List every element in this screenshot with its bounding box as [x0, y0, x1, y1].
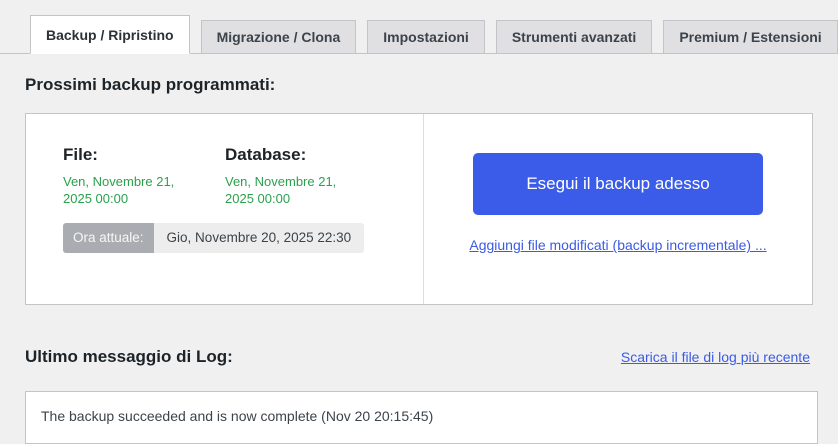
download-log-link[interactable]: Scarica il file di log più recente [621, 349, 810, 365]
scheduled-backups-panel: File: Ven, Novembre 21, 2025 00:00 Datab… [25, 113, 813, 306]
backup-actions-column: Esegui il backup adesso Aggiungi file mo… [424, 114, 812, 304]
tab-bar: Backup / Ripristino Migrazione / Clona I… [0, 0, 838, 54]
backup-now-button[interactable]: Esegui il backup adesso [473, 153, 763, 216]
files-label: File: [63, 145, 98, 165]
database-schedule: Database: Ven, Novembre 21, 2025 00:00 [225, 145, 387, 208]
files-schedule: File: Ven, Novembre 21, 2025 00:00 [63, 145, 225, 208]
files-next-backup-time: Ven, Novembre 21, 2025 00:00 [63, 174, 175, 207]
tab-impostazioni[interactable]: Impostazioni [367, 20, 485, 54]
database-next-backup-time: Ven, Novembre 21, 2025 00:00 [225, 174, 337, 207]
current-time-value: Gio, Novembre 20, 2025 22:30 [153, 223, 365, 253]
updraftplus-backup-page: Backup / Ripristino Migrazione / Clona I… [0, 0, 838, 444]
current-time-label: Ora attuale: [63, 223, 154, 253]
log-title: Ultimo messaggio di Log: [25, 347, 233, 367]
incremental-backup-link[interactable]: Aggiungi file modificati (backup increme… [469, 237, 766, 253]
database-label: Database: [225, 145, 307, 165]
log-message: The backup succeeded and is now complete… [41, 407, 434, 424]
scheduled-backups-title: Prossimi backup programmati: [25, 75, 276, 94]
current-time-badge: Ora attuale: Gio, Novembre 20, 2025 22:3… [63, 223, 365, 253]
tab-migrazione-clona[interactable]: Migrazione / Clona [200, 20, 357, 54]
tab-premium-estensioni[interactable]: Premium / Estensioni [663, 20, 838, 54]
scheduled-times-column: File: Ven, Novembre 21, 2025 00:00 Datab… [26, 114, 424, 305]
log-message-panel: The backup succeeded and is now complete… [25, 390, 818, 444]
tab-strumenti-avanzati[interactable]: Strumenti avanzati [495, 20, 653, 54]
log-header: Ultimo messaggio di Log: Scarica il file… [25, 347, 810, 367]
tab-backup-ripristino[interactable]: Backup / Ripristino [30, 15, 190, 54]
